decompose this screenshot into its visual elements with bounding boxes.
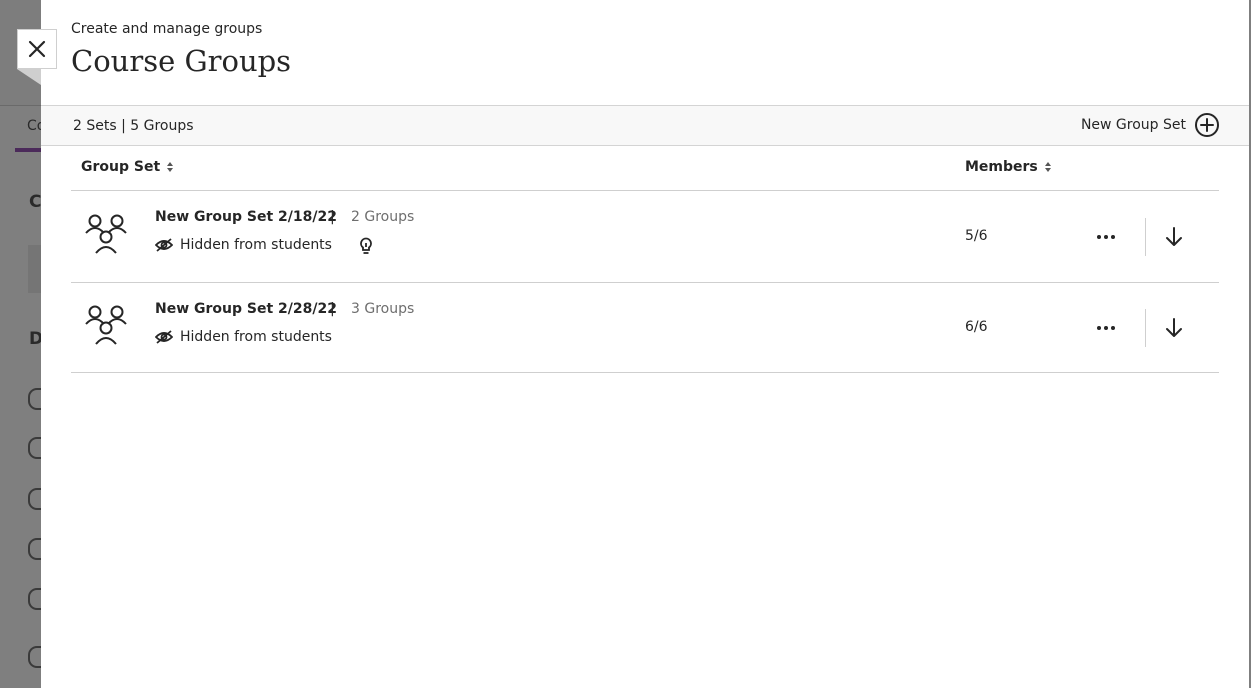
- eye-slash-icon: [155, 330, 173, 344]
- sort-icon: [167, 162, 174, 172]
- background-icon-2: [28, 437, 41, 459]
- download-button[interactable]: [1161, 224, 1187, 250]
- visibility-text: Hidden from students: [180, 237, 332, 253]
- separator: |: [330, 209, 335, 225]
- sort-icon: [1044, 162, 1051, 172]
- background-icon-6: [28, 646, 41, 668]
- more-icon: [1097, 326, 1115, 330]
- members-count: 5/6: [965, 228, 988, 244]
- group-set-name[interactable]: New Group Set 2/28/22: [155, 301, 337, 317]
- row-divider: [1145, 218, 1146, 256]
- group-set-column-header[interactable]: Group Set: [81, 159, 174, 175]
- background-icon-5: [28, 588, 41, 610]
- table-row[interactable]: New Group Set 2/18/22 | 2 Groups Hidden …: [71, 191, 1219, 283]
- plus-circle-icon: [1195, 113, 1219, 137]
- visibility-status: Hidden from students: [155, 237, 332, 253]
- row-divider: [1145, 309, 1146, 347]
- members-column-label: Members: [965, 159, 1038, 175]
- background-icon-4: [28, 538, 41, 560]
- background-divider: [0, 105, 41, 106]
- background-box: [28, 245, 41, 293]
- members-column-header[interactable]: Members: [965, 159, 1052, 175]
- course-groups-panel: Create and manage groups Course Groups 2…: [41, 0, 1249, 688]
- more-options-button[interactable]: [1091, 227, 1121, 247]
- separator: |: [330, 301, 335, 317]
- group-icon: [85, 214, 127, 254]
- lightbulb-icon[interactable]: [359, 237, 373, 255]
- table-row[interactable]: New Group Set 2/28/22 | 3 Groups Hidden …: [71, 283, 1219, 373]
- group-set-column-label: Group Set: [81, 159, 161, 175]
- group-count: 2 Groups: [351, 209, 415, 225]
- background-tab-indicator: [15, 148, 41, 152]
- download-button[interactable]: [1161, 315, 1187, 341]
- group-icon: [85, 305, 127, 345]
- summary-count: 2 Sets | 5 Groups: [73, 118, 194, 134]
- close-button[interactable]: [17, 29, 57, 69]
- group-count: 3 Groups: [351, 301, 415, 317]
- members-count: 6/6: [965, 319, 988, 335]
- new-group-set-button[interactable]: New Group Set: [1081, 111, 1220, 139]
- page-title: Course Groups: [71, 44, 292, 78]
- background-icon-1: [28, 388, 41, 410]
- table-header: Group Set Members: [71, 146, 1219, 191]
- close-icon: [28, 40, 46, 58]
- visibility-status: Hidden from students: [155, 329, 332, 345]
- panel-subtitle: Create and manage groups: [71, 21, 263, 37]
- arrow-down-icon: [1166, 227, 1182, 246]
- eye-slash-icon: [155, 238, 173, 252]
- background-heading-1: C: [29, 192, 42, 212]
- background-icon-3: [28, 488, 41, 510]
- more-icon: [1097, 235, 1115, 239]
- close-button-tail: [17, 69, 41, 85]
- group-set-name[interactable]: New Group Set 2/18/22: [155, 209, 337, 225]
- arrow-down-icon: [1166, 318, 1182, 337]
- summary-bar: 2 Sets | 5 Groups New Group Set: [41, 105, 1249, 146]
- new-group-set-label: New Group Set: [1080, 117, 1186, 133]
- more-options-button[interactable]: [1091, 318, 1121, 338]
- visibility-text: Hidden from students: [180, 329, 332, 345]
